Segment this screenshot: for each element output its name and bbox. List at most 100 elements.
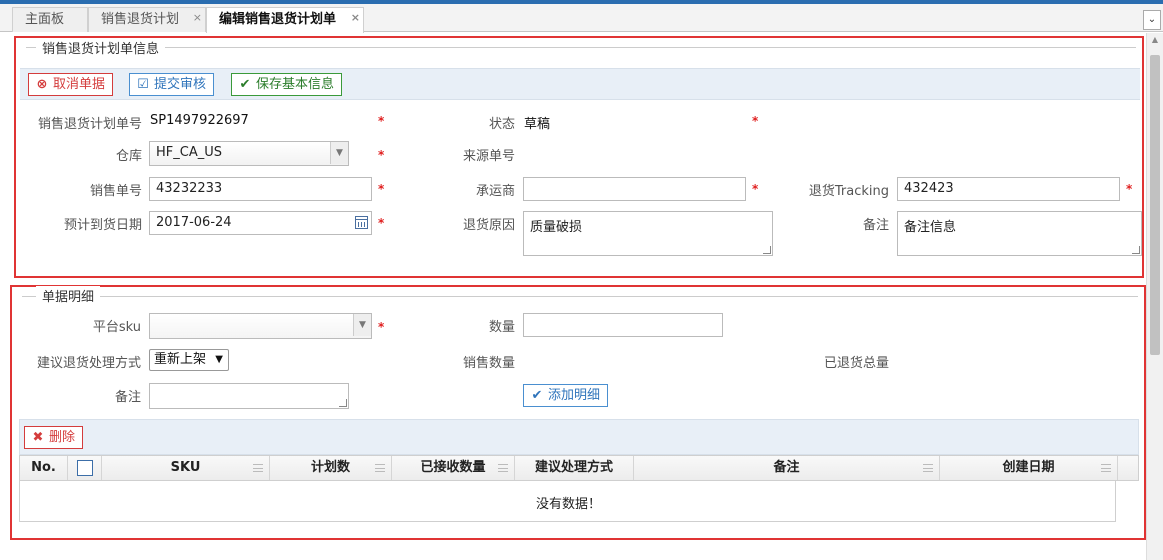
sold-qty-label: 销售数量: [462, 356, 515, 371]
required-mark: *: [378, 148, 385, 162]
reason-value: 质量破损: [530, 220, 583, 235]
remark-label: 备注: [862, 218, 889, 233]
delete-label: 删除: [49, 430, 76, 445]
column-header-method[interactable]: 建议处理方式: [515, 456, 634, 480]
carrier-label: 承运商: [475, 184, 515, 199]
column-menu-icon[interactable]: [375, 464, 385, 472]
chevron-down-icon: ▼: [215, 354, 223, 365]
cancel-document-label: 取消单据: [53, 77, 106, 92]
column-menu-icon[interactable]: [923, 464, 933, 472]
checkmark-icon: ✔: [531, 388, 543, 403]
grid-body: 没有数据！: [19, 481, 1116, 522]
chevron-down-icon[interactable]: ▼: [353, 314, 371, 336]
column-header-label: 建议处理方式: [534, 460, 613, 475]
column-header-label: No.: [31, 460, 56, 475]
warehouse-value: HF_CA_US: [156, 145, 222, 160]
eta-date-value: 2017-06-24: [156, 215, 232, 230]
required-mark: *: [752, 114, 759, 128]
return-method-select[interactable]: 重新上架 ▼: [149, 349, 229, 371]
tab-label: 销售退货计划: [101, 12, 180, 27]
return-method-label: 建议退货处理方式: [36, 356, 141, 371]
warehouse-combobox[interactable]: HF_CA_US ▼: [149, 141, 349, 166]
column-menu-icon[interactable]: [498, 464, 508, 472]
warehouse-label: 仓库: [115, 149, 142, 164]
detail-legend: 单据明细: [36, 286, 101, 305]
plan-no-label: 销售退货计划单号: [37, 117, 142, 132]
tab-label: 编辑销售退货计划单: [219, 12, 337, 27]
detail-remark-textarea[interactable]: [149, 383, 349, 409]
select-all-checkbox[interactable]: [77, 460, 93, 476]
remark-value: 备注信息: [904, 220, 957, 235]
status-value: 草稿: [524, 117, 551, 132]
column-header-label: 已接收数量: [420, 460, 486, 475]
scrollbar-thumb[interactable]: [1150, 55, 1160, 355]
column-menu-icon[interactable]: [1101, 464, 1111, 472]
required-mark: *: [378, 320, 385, 334]
remark-textarea[interactable]: 备注信息: [897, 211, 1142, 256]
tab-label: 主面板: [25, 12, 65, 27]
required-mark: *: [1126, 182, 1133, 196]
close-icon[interactable]: ×: [193, 6, 202, 30]
edit-check-icon: ☑: [137, 77, 149, 92]
column-header-plan-qty[interactable]: 计划数: [270, 456, 392, 480]
tab-bar: 主面板 销售退货计划 × 编辑销售退货计划单 × ⌄: [0, 4, 1163, 33]
column-menu-icon[interactable]: [253, 464, 263, 472]
column-header-label: 创建日期: [1002, 460, 1055, 475]
tab-main-panel[interactable]: 主面板: [12, 7, 88, 32]
column-header-label: 备注: [773, 460, 800, 475]
save-basic-info-label: 保存基本信息: [256, 77, 335, 92]
add-detail-button[interactable]: ✔ 添加明细: [523, 384, 609, 407]
resize-handle-icon[interactable]: [339, 399, 347, 407]
submit-review-label: 提交审核: [154, 77, 207, 92]
legend-divider: [26, 47, 1136, 48]
basic-info-legend: 销售退货计划单信息: [36, 38, 166, 57]
platform-sku-combobox[interactable]: ▼: [149, 313, 372, 339]
tracking-input[interactable]: 432423: [897, 177, 1120, 201]
column-header-no[interactable]: No.: [20, 456, 68, 480]
column-header-select-all[interactable]: [68, 456, 102, 480]
chevron-down-icon[interactable]: ⌄: [1143, 10, 1161, 30]
returned-total-label: 已退货总量: [823, 356, 889, 371]
grid-toolbar: [19, 419, 1139, 455]
column-header-label: SKU: [170, 460, 201, 475]
detail-remark-label: 备注: [114, 390, 141, 405]
column-header-created-date[interactable]: 创建日期: [940, 456, 1118, 480]
eta-label: 预计到货日期: [63, 218, 142, 233]
legend-divider: [22, 296, 1138, 297]
required-mark: *: [378, 182, 385, 196]
column-header-remark[interactable]: 备注: [634, 456, 940, 480]
chevron-down-icon[interactable]: ▼: [330, 142, 348, 164]
tab-sales-return-plan[interactable]: 销售退货计划 ×: [88, 7, 206, 32]
scroll-up-icon[interactable]: ▲: [1149, 35, 1161, 47]
required-mark: *: [378, 114, 385, 128]
platform-sku-label: 平台sku: [92, 320, 141, 335]
x-icon: ✖: [32, 430, 44, 445]
calendar-icon[interactable]: [355, 216, 368, 229]
column-header-received-qty[interactable]: 已接收数量: [392, 456, 515, 480]
checkmark-icon: ✔: [239, 77, 251, 92]
carrier-input[interactable]: [523, 177, 746, 201]
tab-edit-sales-return-plan[interactable]: 编辑销售退货计划单 ×: [206, 7, 364, 33]
submit-review-button[interactable]: ☑ 提交审核: [129, 73, 215, 96]
eta-date-input[interactable]: 2017-06-24: [149, 211, 372, 235]
cancel-document-button[interactable]: ⊗ 取消单据: [28, 73, 114, 96]
plan-no-value: SP1497922697: [150, 113, 249, 128]
page-scrollbar[interactable]: ▲: [1146, 33, 1163, 560]
delete-button[interactable]: ✖ 删除: [24, 426, 84, 449]
save-basic-info-button[interactable]: ✔ 保存基本信息: [231, 73, 343, 96]
tracking-label: 退货Tracking: [808, 184, 889, 199]
cancel-circle-icon: ⊗: [36, 77, 48, 92]
reason-textarea[interactable]: 质量破损: [523, 211, 773, 256]
resize-handle-icon[interactable]: [1132, 246, 1140, 254]
quantity-label: 数量: [488, 320, 515, 335]
quantity-input[interactable]: [523, 313, 723, 337]
reason-label: 退货原因: [462, 218, 515, 233]
sales-no-input[interactable]: 43232233: [149, 177, 372, 201]
source-no-label: 来源单号: [462, 149, 515, 164]
sales-no-label: 销售单号: [89, 184, 142, 199]
column-header-sku[interactable]: SKU: [102, 456, 270, 480]
resize-handle-icon[interactable]: [763, 246, 771, 254]
close-icon[interactable]: ×: [351, 6, 360, 30]
empty-message: 没有数据！: [535, 497, 601, 512]
return-method-value: 重新上架: [154, 352, 207, 367]
